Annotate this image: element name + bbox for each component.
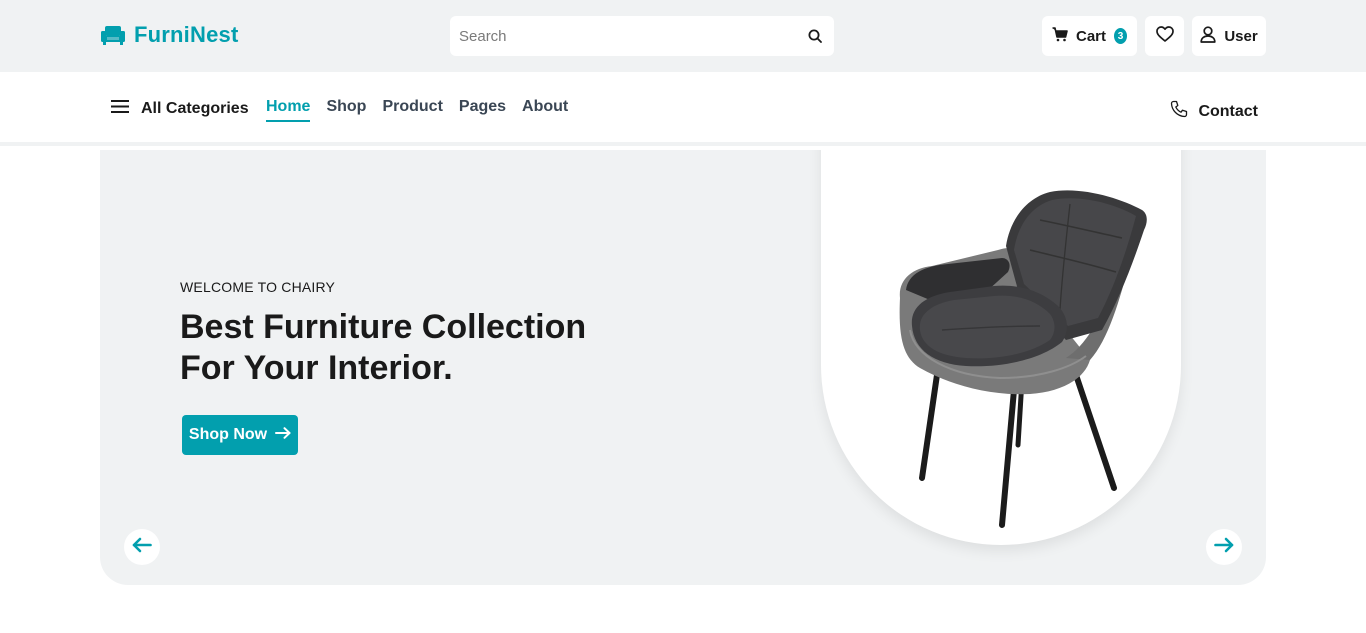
user-label: User: [1224, 27, 1258, 45]
shop-now-button[interactable]: Shop Now: [182, 415, 298, 455]
nav-link-shop[interactable]: Shop: [326, 98, 366, 122]
phone-icon: [1170, 100, 1188, 123]
user-icon: [1200, 25, 1216, 47]
arrow-left-icon: [132, 537, 152, 558]
search-input[interactable]: [459, 27, 806, 45]
menu-icon: [111, 100, 129, 118]
search-icon[interactable]: [806, 27, 824, 45]
hero-subtitle: WELCOME TO CHAIRY: [180, 279, 336, 295]
cart-count-badge: 3: [1114, 28, 1127, 44]
hero-title: Best Furniture Collection For Your Inter…: [180, 307, 680, 389]
search-bar: [450, 16, 834, 56]
nav-link-pages[interactable]: Pages: [459, 98, 506, 122]
cart-label: Cart: [1076, 27, 1107, 45]
shop-now-label: Shop Now: [188, 426, 268, 443]
nav-links: Home Shop Product Pages About: [266, 98, 568, 122]
contact-label: Contact: [1198, 102, 1258, 120]
heart-icon: [1155, 26, 1174, 46]
arrow-right-icon: [275, 426, 291, 444]
nav-link-product[interactable]: Product: [382, 98, 442, 122]
cart-button[interactable]: Cart 3: [1042, 16, 1137, 56]
user-button[interactable]: User: [1192, 16, 1266, 56]
brand-name: FurniNest: [134, 22, 239, 47]
nav-bar: All Categories Home Shop Product Pages A…: [0, 72, 1366, 146]
brand-logo[interactable]: FurniNest: [100, 22, 238, 48]
arrow-right-icon: [1214, 537, 1234, 558]
cart-icon: [1052, 26, 1068, 46]
wishlist-button[interactable]: [1145, 16, 1184, 56]
nav-link-home[interactable]: Home: [266, 98, 311, 122]
hero-title-line-2: For Your Interior.: [180, 349, 453, 387]
contact-link[interactable]: Contact: [1170, 100, 1258, 123]
nav-link-about[interactable]: About: [522, 98, 568, 122]
all-categories-button[interactable]: All Categories: [111, 100, 249, 118]
top-bar: FurniNest Cart 3: [0, 0, 1366, 72]
all-categories-label: All Categories: [141, 100, 249, 117]
hero-title-line-1: Best Furniture Collection: [180, 308, 587, 346]
hero-banner: WELCOME TO CHAIRY Best Furniture Collect…: [100, 150, 1266, 585]
top-actions: Cart 3 User: [1042, 16, 1266, 56]
armchair-icon: [100, 22, 126, 48]
next-slide-button[interactable]: [1206, 529, 1242, 565]
previous-slide-button[interactable]: [124, 529, 160, 565]
armchair-image: [890, 180, 1160, 540]
